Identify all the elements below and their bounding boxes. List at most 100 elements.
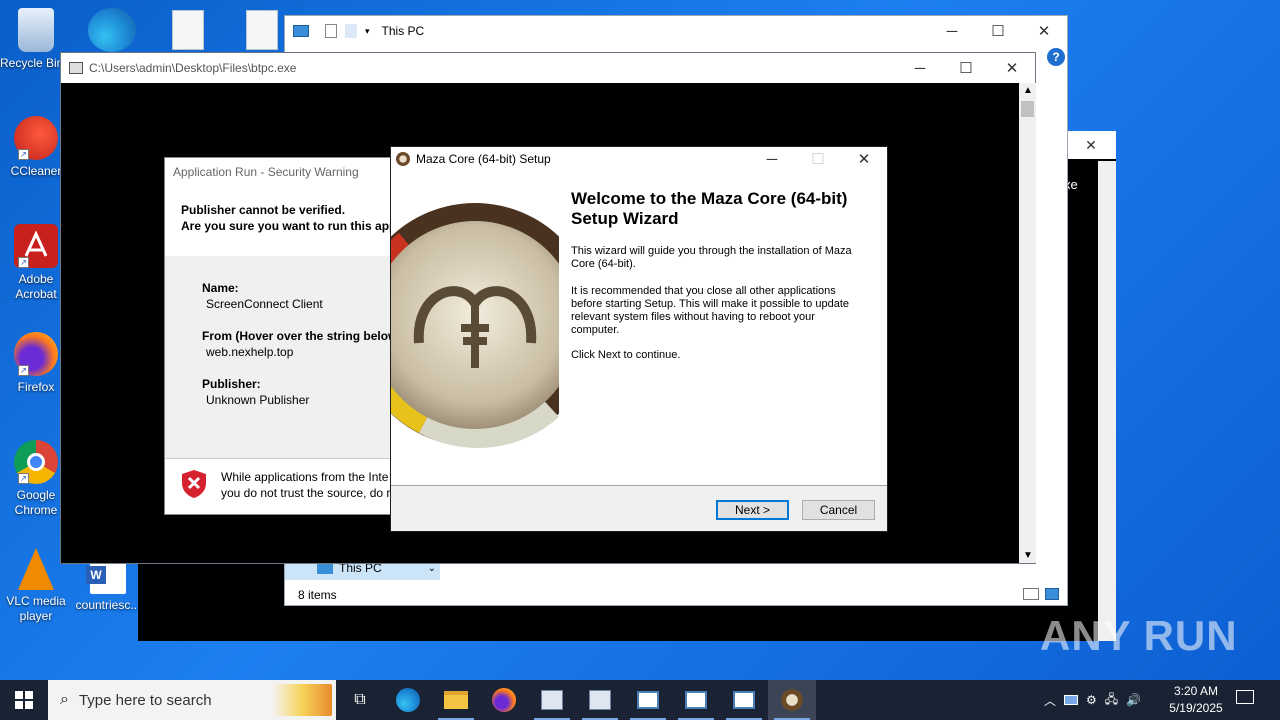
desktop-icon-label: Recycle Bin <box>0 56 62 70</box>
setup-paragraph-2: It is recommended that you close all oth… <box>571 285 850 336</box>
setup-divider <box>391 485 887 486</box>
minimize-button[interactable]: ─ <box>897 53 943 83</box>
watermark-text: ANY RUN <box>1040 612 1238 659</box>
tray-app-icon[interactable] <box>1064 695 1079 705</box>
console-scrollbar[interactable] <box>1098 161 1116 641</box>
desktop-icon-word-doc[interactable]: W countriesc... <box>72 560 144 613</box>
word-document-icon: W <box>86 560 126 594</box>
desktop-icon-label: VLC media player <box>6 594 66 623</box>
taskbar-app-search[interactable] <box>576 680 624 720</box>
close-button[interactable]: ✕ <box>841 147 887 171</box>
explorer-title: This PC <box>381 24 425 38</box>
task-view-button[interactable]: ⧉ <box>336 680 384 720</box>
close-button[interactable]: ✕ <box>989 53 1035 83</box>
close-icon[interactable]: ✕ <box>1085 137 1097 154</box>
from-label: From (Hover over the string below <box>202 329 398 343</box>
taskbar-app-installer[interactable] <box>528 680 576 720</box>
maximize-button[interactable]: ☐ <box>975 16 1021 46</box>
start-button[interactable] <box>0 680 48 720</box>
setup-paragraph-1: This wizard will guide you through the i… <box>571 245 852 270</box>
minimize-button[interactable]: ─ <box>929 16 975 46</box>
desktop-icon-label: Adobe Acrobat <box>15 272 57 301</box>
footer-line-1: While applications from the Inte <box>221 470 389 484</box>
help-icon[interactable]: ? <box>1047 48 1065 66</box>
security-warning-header: Publisher cannot be verified. Are you su… <box>165 186 403 256</box>
name-value: ScreenConnect Client <box>206 297 323 311</box>
headline-publisher: Publisher cannot be verified. <box>181 203 346 217</box>
system-tray: ︿ ⚙ 🖧 🔊 <box>1044 680 1141 720</box>
tray-settings-icon[interactable]: ⚙ <box>1086 693 1097 707</box>
taskbar-search-box[interactable]: ⌕ Type here to search <box>48 680 336 720</box>
console-title: C:\Users\admin\Desktop\Files\btpc.exe <box>89 61 297 75</box>
console-titlebar: C:\Users\admin\Desktop\Files\btpc.exe ─ … <box>61 53 1035 83</box>
network-icon[interactable]: 🖧 <box>1105 690 1118 711</box>
shield-error-icon <box>182 470 206 498</box>
acrobat-icon: ↗ <box>14 224 58 268</box>
clock-date: 5/19/2025 <box>1169 701 1223 715</box>
scrollbar-thumb[interactable] <box>1021 101 1034 117</box>
setup-wizard-dialog[interactable]: Maza Core (64-bit) Setup ─ ☐ ✕ Welcome t… <box>390 146 888 532</box>
notification-button[interactable] <box>1236 690 1256 708</box>
explorer-titlebar: ▾ This PC ─ ☐ ✕ <box>285 16 1067 46</box>
shortcut-arrow-icon: ↗ <box>18 149 29 160</box>
installer-icon <box>541 690 563 710</box>
setup-title: Maza Core (64-bit) Setup <box>416 152 551 166</box>
clock-time: 3:20 AM <box>1173 684 1219 698</box>
security-warning-title: Application Run - Security Warning <box>173 165 359 179</box>
close-button[interactable]: ✕ <box>1021 16 1067 46</box>
window-icon <box>733 691 755 709</box>
setup-paragraph-3: Click Next to continue. <box>571 349 681 361</box>
chevron-up-icon[interactable]: ︿ <box>1044 692 1056 709</box>
recycle-bin-icon <box>18 8 54 52</box>
setup-welcome-panel: Welcome to the Maza Core (64-bit) Setup … <box>391 171 887 485</box>
taskbar-edge[interactable] <box>384 680 432 720</box>
vlc-icon <box>18 548 54 590</box>
taskbar-app-window-3[interactable] <box>720 680 768 720</box>
security-warning-dialog[interactable]: Application Run - Security Warning Publi… <box>164 157 404 515</box>
taskbar-app-window-1[interactable] <box>624 680 672 720</box>
console-scrollbar[interactable]: ▲ ▼ <box>1019 83 1036 563</box>
notification-icon <box>1236 690 1254 704</box>
chevron-down-icon[interactable]: ▾ <box>365 26 370 37</box>
properties-icon[interactable] <box>325 24 337 38</box>
minimize-button[interactable]: ─ <box>749 147 795 171</box>
setup-titlebar: Maza Core (64-bit) Setup ─ ☐ ✕ <box>391 147 887 171</box>
security-warning-titlebar: Application Run - Security Warning <box>165 158 403 186</box>
desktop-icon-file-1[interactable] <box>172 10 204 50</box>
chevron-up-icon[interactable]: ▲ <box>1023 85 1033 96</box>
anyrun-watermark: ANY RUN <box>1040 612 1238 660</box>
clock[interactable]: 3:20 AM 5/19/2025 <box>1164 683 1228 717</box>
shortcut-arrow-icon: ↗ <box>18 473 29 484</box>
desktop-icon-file-2[interactable] <box>246 10 278 50</box>
taskbar-app-window-2[interactable] <box>672 680 720 720</box>
chevron-down-icon[interactable]: ⌄ <box>428 563 436 574</box>
taskbar-firefox[interactable] <box>480 680 528 720</box>
publisher-value: Unknown Publisher <box>206 393 310 407</box>
large-icons-view-icon[interactable] <box>1045 588 1059 600</box>
maximize-button: ☐ <box>811 151 825 168</box>
search-icon: ⌕ <box>60 691 69 708</box>
task-view-icon: ⧉ <box>354 691 366 708</box>
chevron-down-icon[interactable]: ▼ <box>1023 550 1033 561</box>
maza-app-icon <box>396 152 410 166</box>
taskbar-maza-setup[interactable] <box>768 680 816 720</box>
windows-logo-icon <box>15 691 33 709</box>
window-icon <box>637 691 659 709</box>
console-app-icon <box>69 62 83 74</box>
chrome-icon: ↗ <box>14 440 58 484</box>
firefox-icon: ↗ <box>14 332 58 376</box>
maza-logo-image <box>391 203 559 449</box>
desktop-icon-edge[interactable] <box>88 8 136 52</box>
magnifier-icon <box>589 690 611 710</box>
desktop-icon-label: Google Chrome <box>14 488 58 517</box>
next-button[interactable]: Next > <box>716 500 789 520</box>
new-folder-icon[interactable] <box>345 24 357 38</box>
maximize-button[interactable]: ☐ <box>943 53 989 83</box>
cancel-button[interactable]: Cancel <box>802 500 875 520</box>
computer-icon <box>317 562 333 574</box>
computer-icon <box>293 25 309 37</box>
details-view-icon[interactable] <box>1023 588 1039 600</box>
volume-icon[interactable]: 🔊 <box>1126 693 1141 707</box>
shortcut-arrow-icon: ↗ <box>18 257 29 268</box>
taskbar-file-explorer[interactable] <box>432 680 480 720</box>
